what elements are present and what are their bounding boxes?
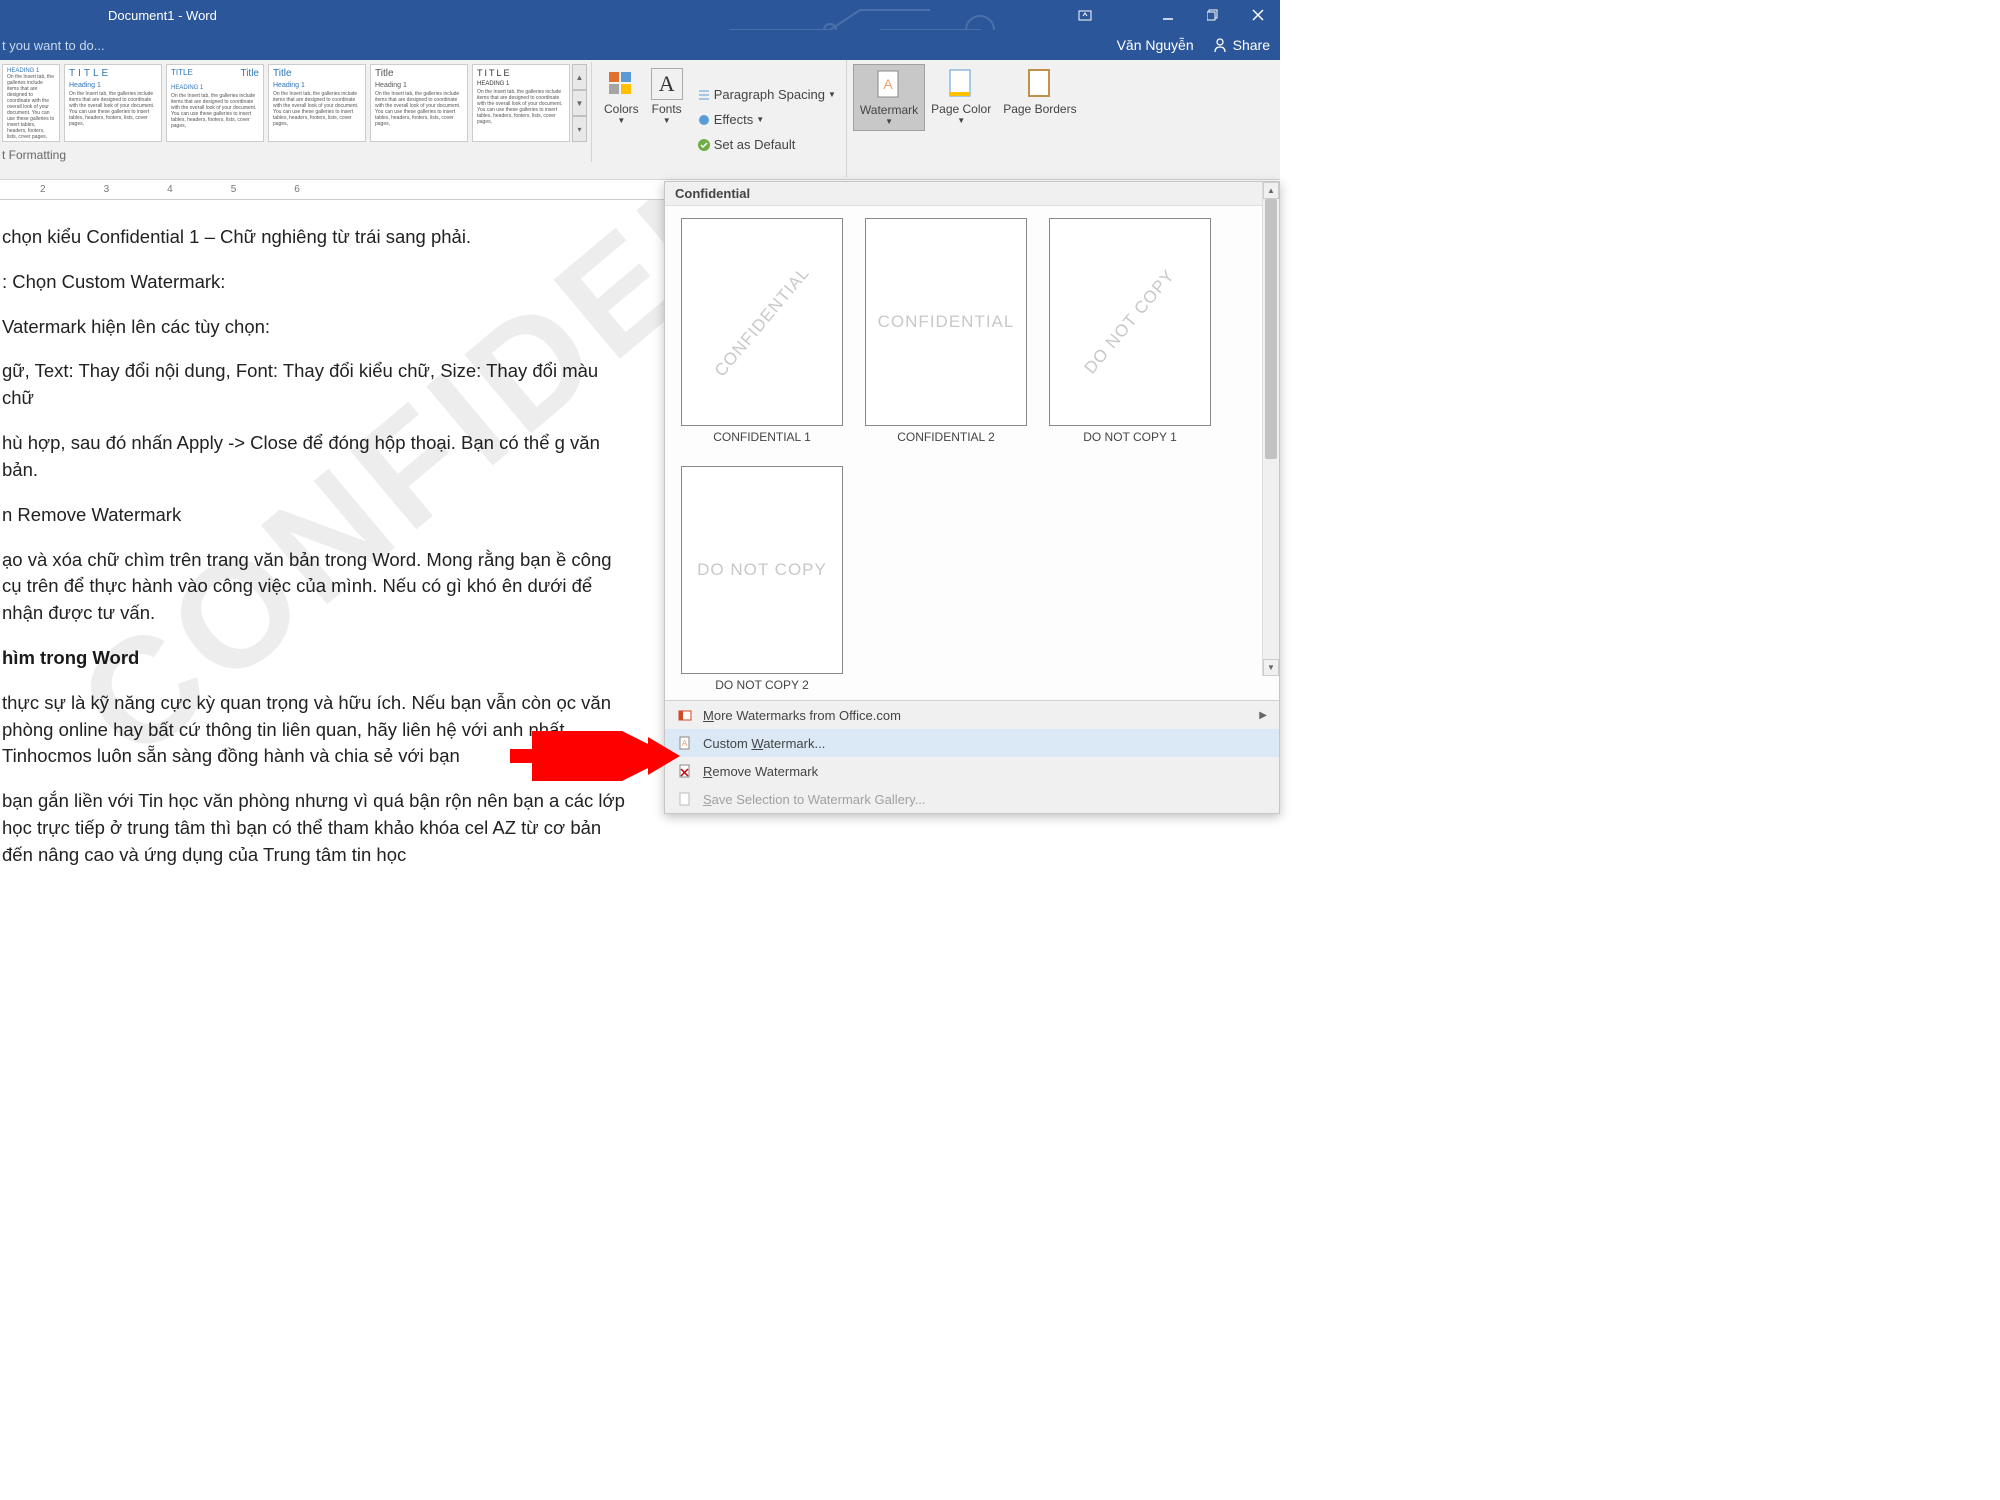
submenu-arrow-icon: ▶ <box>1259 710 1267 721</box>
paragraph-spacing-button[interactable]: Paragraph Spacing ▼ <box>693 85 840 104</box>
watermark-button[interactable]: A Watermark ▼ <box>853 64 925 131</box>
watermark-option-confidential-1[interactable]: CONFIDENTIAL CONFIDENTIAL 1 <box>681 218 843 444</box>
watermark-icon: A <box>873 69 905 101</box>
save-gallery-icon <box>677 791 693 807</box>
set-as-default-button[interactable]: Set as Default <box>693 135 840 154</box>
gallery-expand[interactable]: ▾ <box>572 116 587 142</box>
dropdown-scrollbar[interactable]: ▲ ▼ <box>1262 182 1279 676</box>
page-borders-icon <box>1024 68 1056 100</box>
document-formatting-gallery[interactable]: HEADING 1 On the Insert tab, the galleri… <box>0 62 592 162</box>
style-thumb[interactable]: TITLE Heading 1 On the Insert tab, the g… <box>64 64 162 142</box>
style-thumb[interactable]: Title Heading 1 On the Insert tab, the g… <box>370 64 468 142</box>
menu-label: emove Watermark <box>712 764 818 779</box>
ribbon: HEADING 1 On the Insert tab, the galleri… <box>0 60 1280 180</box>
gallery-scroll-down[interactable]: ▼ <box>572 90 587 116</box>
page-color-button[interactable]: Page Color ▼ <box>925 64 997 129</box>
watermark-option-confidential-2[interactable]: CONFIDENTIAL CONFIDENTIAL 2 <box>865 218 1027 444</box>
tell-me-bar: t you want to do... Văn Nguyễn Share <box>0 30 1280 60</box>
custom-watermark-menuitem[interactable]: A Custom Watermark... <box>665 729 1279 757</box>
colors-button[interactable]: Colors ▼ <box>598 64 645 129</box>
style-thumb[interactable]: TITLE HEADING 1 On the Insert tab, the g… <box>472 64 570 142</box>
fonts-button[interactable]: A Fonts ▼ <box>645 64 689 129</box>
colors-icon <box>605 68 637 100</box>
style-thumb[interactable]: Title Heading 1 On the Insert tab, the g… <box>268 64 366 142</box>
watermark-option-do-not-copy-1[interactable]: DO NOT COPY DO NOT COPY 1 <box>1049 218 1211 444</box>
scroll-thumb[interactable] <box>1265 199 1277 459</box>
watermark-dropdown: Confidential CONFIDENTIAL CONFIDENTIAL 1… <box>664 181 1280 814</box>
document-content[interactable]: chọn kiểu Confidential 1 – Chữ nghiêng t… <box>0 200 640 897</box>
scroll-up-icon[interactable]: ▲ <box>1263 182 1279 199</box>
gallery-scroll-up[interactable]: ▲ <box>572 64 587 90</box>
tell-me-input[interactable]: t you want to do... <box>2 38 105 53</box>
more-watermarks-menuitem[interactable]: More Watermarks from Office.com ▶ <box>665 701 1279 729</box>
save-selection-menuitem: Save Selection to Watermark Gallery... <box>665 785 1279 813</box>
share-button[interactable]: Share <box>1212 37 1270 53</box>
gallery-scroll[interactable]: ▲ ▼ ▾ <box>572 64 587 142</box>
close-button[interactable] <box>1235 0 1280 30</box>
page-borders-button[interactable]: Page Borders <box>997 64 1082 120</box>
share-icon <box>1212 37 1228 53</box>
dropdown-section-header: Confidential <box>665 182 1279 206</box>
style-thumb[interactable]: HEADING 1 On the Insert tab, the galleri… <box>2 64 60 142</box>
minimize-button[interactable] <box>1145 0 1190 30</box>
window-title: Document1 - Word <box>108 8 217 23</box>
menu-label: Custom <box>703 736 751 751</box>
remove-watermark-menuitem[interactable]: Remove Watermark <box>665 757 1279 785</box>
title-bar: Document1 - Word <box>0 0 1280 30</box>
page-icon: A <box>677 735 693 751</box>
office-icon <box>677 707 693 723</box>
paragraph-spacing-icon <box>697 88 711 102</box>
user-name[interactable]: Văn Nguyễn <box>1117 37 1194 53</box>
watermark-option-do-not-copy-2[interactable]: DO NOT COPY DO NOT COPY 2 <box>681 466 843 692</box>
svg-text:A: A <box>883 76 893 92</box>
maximize-button[interactable] <box>1190 0 1235 30</box>
group-label-document-formatting: t Formatting <box>2 148 66 162</box>
watermark-gallery-grid: CONFIDENTIAL CONFIDENTIAL 1 CONFIDENTIAL… <box>665 206 1279 700</box>
menu-label: ave Selection to Watermark Gallery... <box>712 792 926 807</box>
style-thumb[interactable]: TITLETitle HEADING 1 On the Insert tab, … <box>166 64 264 142</box>
effects-icon <box>697 113 711 127</box>
menu-label: ore Watermarks from Office.com <box>714 708 901 723</box>
effects-button[interactable]: Effects ▼ <box>693 110 840 129</box>
scroll-down-icon[interactable]: ▼ <box>1263 659 1279 676</box>
remove-icon <box>677 763 693 779</box>
page-color-icon <box>945 68 977 100</box>
check-icon <box>697 138 711 152</box>
fonts-icon: A <box>651 68 683 100</box>
svg-text:A: A <box>682 739 688 748</box>
ribbon-display-options-icon[interactable] <box>1070 0 1100 30</box>
